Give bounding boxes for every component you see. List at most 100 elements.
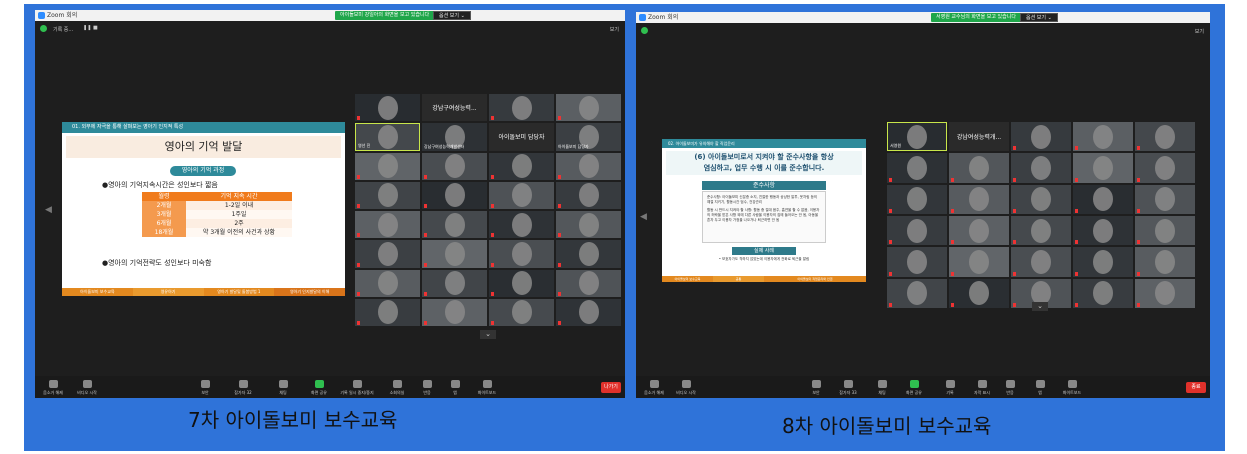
participant-tile[interactable] <box>1135 278 1195 308</box>
participant-tile[interactable] <box>556 240 621 268</box>
participant-tile[interactable] <box>422 298 487 326</box>
participant-tile[interactable]: 서영원 <box>887 122 947 152</box>
zoom-logo-icon <box>639 14 646 21</box>
participant-tile[interactable] <box>1135 153 1195 183</box>
muted-mic-icon <box>889 303 892 307</box>
participant-tile[interactable] <box>489 152 554 180</box>
participant-tile[interactable] <box>1011 122 1071 152</box>
toolbar-button[interactable]: 화이트보드 <box>1052 380 1092 396</box>
shield-icon[interactable] <box>40 25 47 32</box>
participant-tile[interactable] <box>949 278 1009 308</box>
right-view-options-button[interactable]: 옵션 보기 ⌄ <box>1020 13 1058 22</box>
toolbar-button[interactable]: 화면 공유 <box>299 380 339 396</box>
left-view-button[interactable]: 보기 <box>610 26 619 33</box>
participant-tile[interactable] <box>1073 184 1133 214</box>
participant-tile[interactable] <box>556 152 621 180</box>
participant-tile[interactable]: 영선 진 <box>355 123 420 151</box>
participant-tile[interactable] <box>355 181 420 209</box>
participant-tile[interactable] <box>489 94 554 122</box>
participant-tile[interactable] <box>887 278 947 308</box>
participant-tile[interactable] <box>1011 184 1071 214</box>
participant-tile[interactable] <box>489 181 554 209</box>
chevron-down-icon[interactable]: ⌄ <box>480 330 496 339</box>
toolbar-button[interactable]: 화이트보드 <box>467 380 507 396</box>
participant-tile[interactable] <box>355 94 420 122</box>
participant-tile[interactable] <box>887 247 947 277</box>
participant-tile[interactable] <box>887 216 947 246</box>
participant-tile[interactable]: 아이돌보미 담당자 <box>489 123 554 151</box>
muted-mic-icon <box>491 204 494 208</box>
toolbar-label: 비디오 시작 <box>77 390 97 395</box>
left-titlebar: Zoom 회의 <box>35 10 625 21</box>
record-pause-icon[interactable]: ❚❚ ■ <box>83 25 98 31</box>
right-slide-title-line-1: (6) 아이돌보미로서 지켜야 할 준수사항을 항상 <box>694 153 834 161</box>
toolbar-button[interactable]: 참가자 32 <box>223 380 263 396</box>
toolbar-button[interactable]: 화면 공유 <box>894 380 934 396</box>
toolbar-button[interactable]: 비디오 시작 <box>666 380 706 396</box>
end-button[interactable]: 종료 <box>1186 382 1206 393</box>
muted-mic-icon <box>889 177 892 182</box>
participant-tile[interactable] <box>949 184 1009 214</box>
table-cell: 1주일 <box>186 210 292 219</box>
participant-tile[interactable]: 강남여성능력개... <box>949 122 1009 152</box>
participant-tile[interactable] <box>355 240 420 268</box>
left-recording-status[interactable]: 기록 중... <box>53 26 73 33</box>
participant-avatar <box>444 241 465 266</box>
toolbar-button[interactable]: 보안 <box>185 380 225 396</box>
participant-avatar <box>969 155 989 180</box>
participant-tile[interactable] <box>1135 122 1195 152</box>
participant-tile[interactable] <box>949 216 1009 246</box>
toolbar-button[interactable]: 채팅 <box>263 380 303 396</box>
toolbar-button[interactable]: 비디오 시작 <box>67 380 107 396</box>
participant-tile[interactable] <box>422 211 487 239</box>
participant-tile[interactable] <box>422 269 487 297</box>
participant-tile[interactable] <box>887 184 947 214</box>
participant-tile[interactable] <box>489 211 554 239</box>
participant-tile[interactable] <box>355 152 420 180</box>
participant-tile[interactable] <box>1073 122 1133 152</box>
muted-mic-icon <box>1013 240 1016 245</box>
muted-mic-icon <box>1013 303 1016 307</box>
participant-tile[interactable] <box>422 152 487 180</box>
left-view-options-button[interactable]: 옵션 보기 ⌄ <box>433 11 471 20</box>
participant-tile[interactable] <box>422 240 487 268</box>
participant-tile[interactable] <box>556 211 621 239</box>
participant-tile[interactable] <box>1011 153 1071 183</box>
participant-tile[interactable] <box>887 153 947 183</box>
participant-tile[interactable] <box>1135 247 1195 277</box>
participant-tile[interactable]: 강남구여성능력... <box>422 94 487 122</box>
chevron-down-icon[interactable]: ⌄ <box>1032 302 1048 311</box>
toolbar-button[interactable]: 기록 일시 중지/중지 <box>337 380 377 396</box>
participant-tile[interactable] <box>556 269 621 297</box>
participant-avatar <box>578 300 599 325</box>
participant-tile[interactable] <box>1135 184 1195 214</box>
participant-tile[interactable] <box>355 298 420 326</box>
participant-tile[interactable] <box>355 269 420 297</box>
participant-tile[interactable] <box>489 298 554 326</box>
leave-button[interactable]: 나가기 <box>601 382 621 393</box>
participant-tile[interactable] <box>1073 247 1133 277</box>
participant-tile[interactable]: 아이돌보미 담당자 <box>556 123 621 151</box>
participant-tile[interactable] <box>556 94 621 122</box>
left-prev-arrow-icon[interactable]: ◀ <box>45 205 52 215</box>
participant-tile[interactable] <box>1073 153 1133 183</box>
participant-tile[interactable] <box>1073 278 1133 308</box>
participant-tile[interactable] <box>556 181 621 209</box>
participant-tile[interactable]: 강남구여성능력개발센터 <box>422 123 487 151</box>
participant-tile[interactable] <box>1011 216 1071 246</box>
participant-avatar <box>444 212 465 237</box>
participant-tile[interactable] <box>489 240 554 268</box>
participant-tile[interactable] <box>489 269 554 297</box>
toolbar-icon <box>238 380 248 388</box>
participant-tile[interactable] <box>1073 216 1133 246</box>
participant-tile[interactable] <box>1135 216 1195 246</box>
right-view-button[interactable]: 보기 <box>1195 28 1204 35</box>
right-prev-arrow-icon[interactable]: ◀ <box>640 212 647 222</box>
participant-tile[interactable] <box>1011 247 1071 277</box>
participant-tile[interactable] <box>949 153 1009 183</box>
participant-tile[interactable] <box>556 298 621 326</box>
participant-tile[interactable] <box>355 211 420 239</box>
participant-tile[interactable] <box>949 247 1009 277</box>
participant-tile[interactable] <box>422 181 487 209</box>
shield-icon[interactable] <box>641 27 648 34</box>
